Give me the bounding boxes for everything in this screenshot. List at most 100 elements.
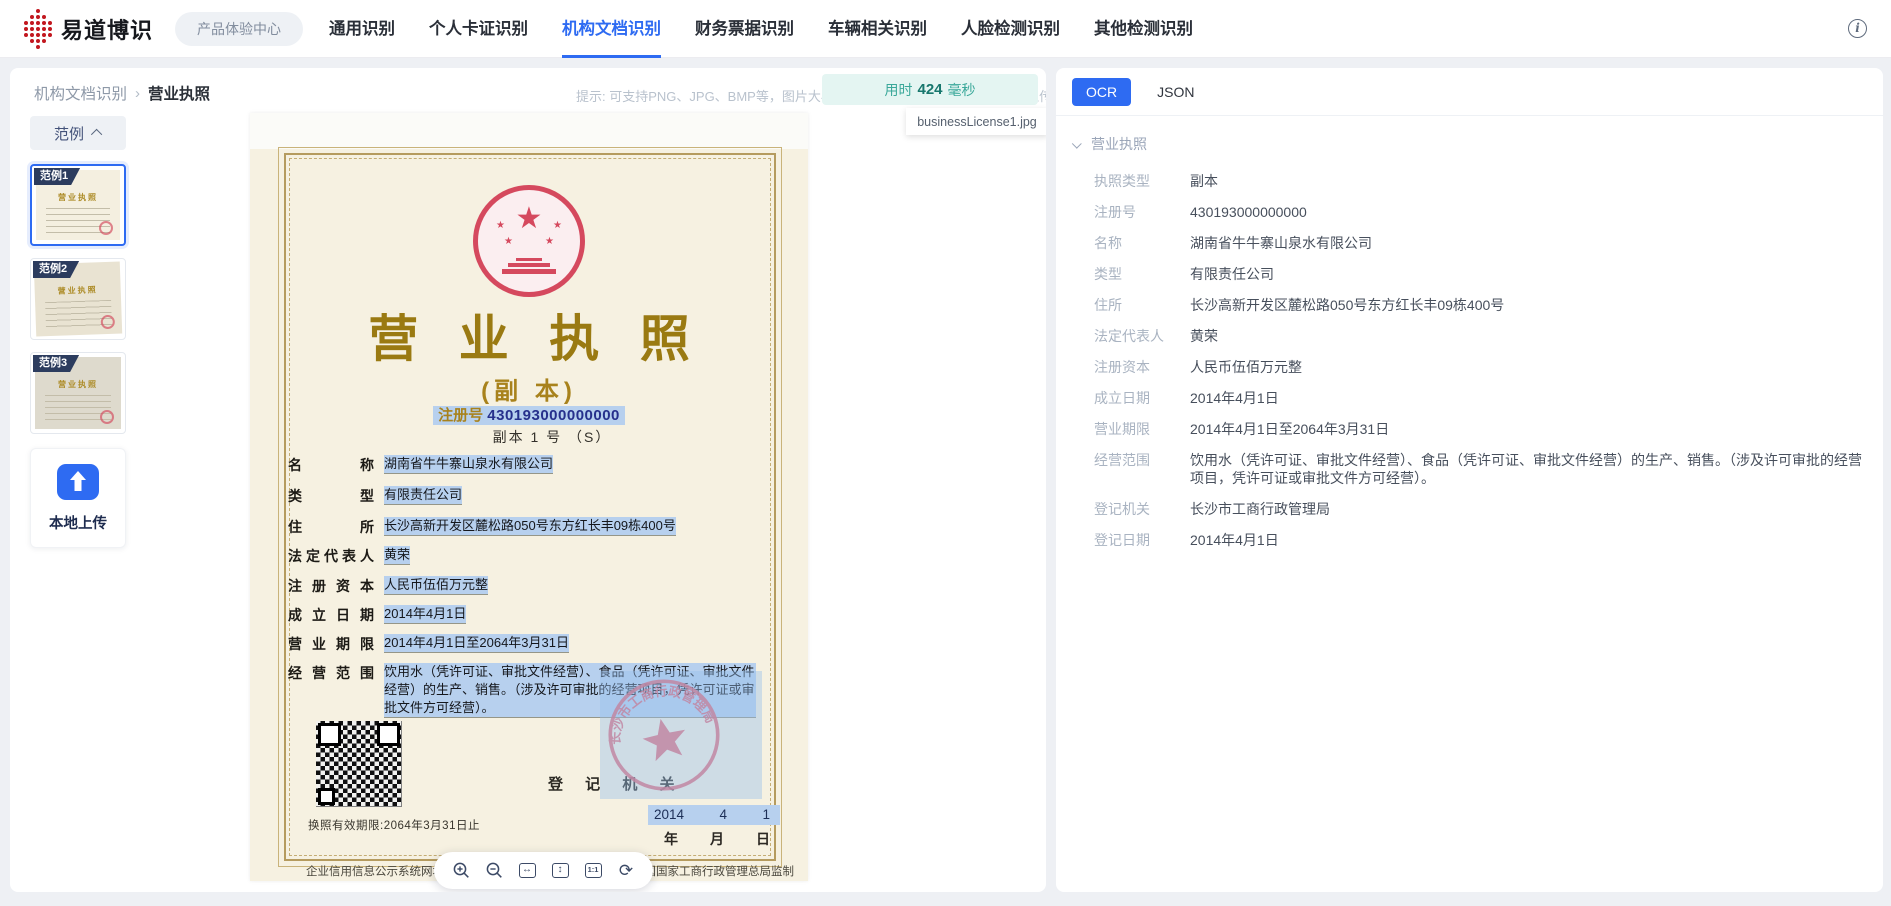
doc-field-label: 住所 [288, 517, 374, 537]
field-value: 2014年4月1日至2064年3月31日 [1190, 420, 1865, 438]
doc-field-address: 住所 长沙高新开发区麓松路050号东方红长丰09栋400号 [288, 517, 772, 537]
nav-item-face-detect[interactable]: 人脸检测识别 [961, 0, 1060, 58]
doc-field-value: 2014年4月1日 [384, 605, 466, 624]
zoom-out-button[interactable] [481, 858, 507, 884]
nav-item-vehicle[interactable]: 车辆相关识别 [828, 0, 927, 58]
field-label: 营业期限 [1094, 420, 1190, 438]
main-nav: 通用识别 个人卡证识别 机构文档识别 财务票据识别 车辆相关识别 人脸检测识别 … [329, 0, 1193, 58]
result-row-name: 名称 湖南省牛牛寨山泉水有限公司 [1094, 234, 1865, 252]
nav-item-financial-receipt[interactable]: 财务票据识别 [695, 0, 794, 58]
fit-width-icon: ↔ [519, 863, 536, 878]
sample-item-3[interactable]: 范例3 营业执照 [30, 352, 126, 434]
result-row-capital: 注册资本 人民币伍佰万元整 [1094, 358, 1865, 376]
field-label: 注册号 [1094, 203, 1190, 221]
sample-item-1[interactable]: 范例1 营业执照 [30, 164, 126, 246]
field-value: 有限责任公司 [1190, 265, 1865, 283]
result-row-legal-person: 法定代表人 黄荣 [1094, 327, 1865, 345]
info-icon[interactable] [1848, 19, 1867, 38]
doc-field-label: 营业期限 [288, 634, 374, 654]
doc-field-capital: 注册资本 人民币伍佰万元整 [288, 576, 772, 596]
result-section-title: 营业执照 [1091, 134, 1147, 154]
elapsed-prefix: 用时 [884, 80, 912, 100]
result-row-establish-date: 成立日期 2014年4月1日 [1094, 389, 1865, 407]
tab-json[interactable]: JSON [1149, 78, 1202, 106]
chevron-down-icon [1072, 138, 1082, 148]
image-viewer-toolbar: ↔ ↕ 1:1 ⟳ [434, 852, 653, 889]
doc-date-day: 1 [762, 807, 770, 825]
nav-item-general[interactable]: 通用识别 [329, 0, 395, 58]
thumb-title: 营业执照 [35, 379, 121, 390]
zoom-in-button[interactable] [448, 858, 474, 884]
workspace-panel: 机构文档识别 › 营业执照 提示: 可支持PNG、JPG、BMP等，图片大小须≤… [10, 68, 1046, 892]
thumb-title: 营业执照 [35, 284, 121, 298]
field-label: 登记机关 [1094, 500, 1190, 518]
nav-item-personal-card[interactable]: 个人卡证识别 [429, 0, 528, 58]
filename-tag: businessLicense1.jpg [906, 108, 1046, 135]
field-value: 黄荣 [1190, 327, 1865, 345]
one-to-one-icon: 1:1 [585, 863, 602, 878]
doc-date-row: 2014 4 1 [648, 805, 780, 825]
nav-item-other-detect[interactable]: 其他检测识别 [1094, 0, 1193, 58]
elapsed-unit: 毫秒 [948, 80, 976, 100]
field-label: 注册资本 [1094, 358, 1190, 376]
workspace-header: 机构文档识别 › 营业执照 提示: 可支持PNG、JPG、BMP等，图片大小须≤… [10, 68, 1046, 114]
document-image[interactable]: ★ ★★★★ 营 业 执 照 (副 本) 注册号 430193000000000… [250, 113, 808, 881]
field-label: 名称 [1094, 234, 1190, 252]
doc-field-value: 长沙高新开发区麓松路050号东方红长丰09栋400号 [384, 517, 676, 536]
result-row-term: 营业期限 2014年4月1日至2064年3月31日 [1094, 420, 1865, 438]
national-emblem-icon: ★ ★★★★ [473, 185, 585, 297]
elapsed-time-badge: 用时 424 毫秒 [822, 74, 1038, 105]
rotate-icon: ⟳ [619, 862, 633, 879]
elapsed-value: 424 [917, 81, 942, 98]
doc-date-year: 2014 [654, 807, 684, 825]
field-value: 人民币伍佰万元整 [1190, 358, 1865, 376]
fit-height-button[interactable]: ↕ [547, 858, 573, 884]
doc-unit-month: 月 [710, 829, 724, 849]
tab-ocr[interactable]: OCR [1072, 78, 1131, 106]
doc-field-value: 有限责任公司 [384, 486, 462, 505]
product-center-badge: 产品体验中心 [175, 12, 303, 46]
thumb-title: 营业执照 [36, 192, 120, 203]
doc-title: 营 业 执 照 [250, 299, 808, 371]
doc-field-label: 类型 [288, 486, 374, 506]
qr-code [316, 721, 402, 807]
doc-field-value: 黄荣 [384, 546, 410, 565]
field-label: 法定代表人 [1094, 327, 1190, 345]
doc-unit-year: 年 [664, 829, 678, 849]
logo-text: 易道博识 [61, 13, 153, 45]
result-row-business-scope: 经营范围 饮用水（凭许可证、审批文件经营）、食品（凭许可证、审批文件经营）的生产… [1094, 451, 1865, 487]
ocr-highlight-overlay [600, 671, 762, 799]
sample-item-2[interactable]: 范例2 营业执照 [30, 258, 126, 340]
fit-width-button[interactable]: ↔ [514, 858, 540, 884]
field-label: 执照类型 [1094, 172, 1190, 190]
doc-field-value: 湖南省牛牛寨山泉水有限公司 [384, 455, 553, 474]
samples-collapse-header[interactable]: 范例 [30, 116, 126, 150]
result-row-address: 住所 长沙高新开发区麓松路050号东方红长丰09栋400号 [1094, 296, 1865, 314]
result-row-reg-date: 登记日期 2014年4月1日 [1094, 531, 1865, 549]
doc-copy-line: 副本 1 号 （S） [250, 427, 808, 447]
rotate-button[interactable]: ⟳ [613, 858, 639, 884]
result-row-registrar: 登记机关 长沙市工商行政管理局 [1094, 500, 1865, 518]
app-logo: 易道博识 [24, 13, 153, 45]
field-label: 成立日期 [1094, 389, 1190, 407]
breadcrumb-current: 营业执照 [148, 82, 210, 104]
doc-field-label: 法定代表人 [288, 546, 374, 566]
doc-date-month: 4 [720, 807, 728, 825]
doc-reg-label: 注册号 [438, 407, 483, 424]
result-section-header[interactable]: 营业执照 [1056, 116, 1883, 168]
doc-field-type: 类型 有限责任公司 [288, 486, 772, 506]
local-upload-button[interactable]: 本地上传 [30, 448, 126, 548]
doc-subtitle: (副 本) [250, 371, 808, 406]
chevron-up-icon [91, 129, 102, 140]
nav-item-org-document[interactable]: 机构文档识别 [562, 0, 661, 58]
zoom-out-icon [485, 861, 504, 880]
field-label: 登记日期 [1094, 531, 1190, 549]
result-row-license-type: 执照类型 副本 [1094, 172, 1865, 190]
zoom-in-icon [452, 861, 471, 880]
samples-title: 范例 [54, 123, 84, 144]
doc-field-name: 名称 湖南省牛牛寨山泉水有限公司 [288, 455, 772, 475]
breadcrumb-parent[interactable]: 机构文档识别 [34, 82, 127, 104]
top-navbar: 易道博识 产品体验中心 通用识别 个人卡证识别 机构文档识别 财务票据识别 车辆… [0, 0, 1891, 58]
doc-field-label: 名称 [288, 455, 374, 475]
actual-size-button[interactable]: 1:1 [580, 858, 606, 884]
